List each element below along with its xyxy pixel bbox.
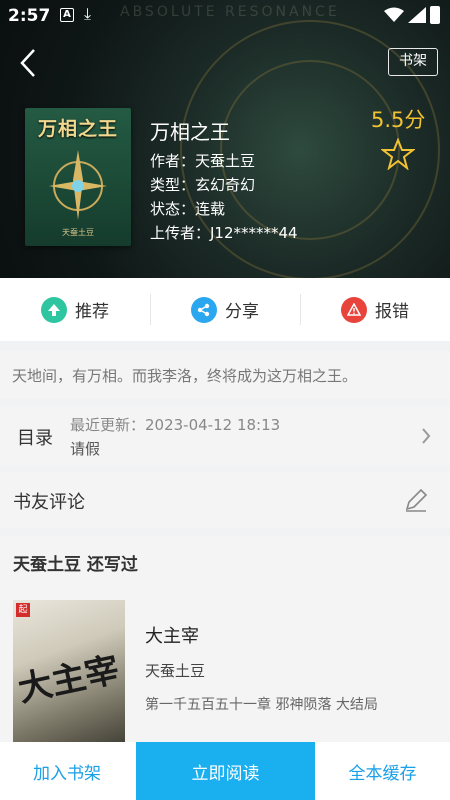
other-book-cover-title: 大主宰 [14,649,123,711]
book-author: 作者：天蚕土豆 [150,152,256,170]
edit-pencil-icon[interactable] [402,486,430,514]
recommend-label: 推荐 [75,302,109,322]
book-type: 类型：玄幻奇幻 [150,176,256,194]
back-arrow-icon[interactable] [14,46,44,80]
report-error-button[interactable]: 报错 [300,278,450,341]
cover-emblem [49,150,107,220]
publisher-badge: 起 [16,603,30,617]
read-now-button[interactable]: 立即阅读 [136,742,315,800]
wifi-icon [384,7,404,22]
other-book-cover[interactable]: 起 大主宰 [13,600,125,750]
signal-icon [408,7,426,23]
other-book-author: 天蚕土豆 [145,662,206,680]
status-bar: 2:57 A ⤓ [0,0,450,32]
toc-last-update: 最近更新：2023-04-12 18:13 [70,416,281,434]
thumbs-up-icon [41,296,67,323]
other-book-latest-chapter: 第一千五百五十一章 邪神陨落 大结局 [145,697,378,713]
notification-a-icon: A [60,8,74,22]
bottom-action-bar: 加入书架 立即阅读 全本缓存 [0,742,450,800]
share-label: 分享 [225,302,259,322]
share-icon [191,296,217,323]
toc-label: 目录 [17,428,53,449]
other-works-title: 天蚕土豆 还写过 [13,555,138,575]
book-cover: 万相之王 天蚕土豆 [25,108,131,246]
book-status: 状态：连载 [150,200,226,218]
book-title: 万相之王 [150,120,230,144]
cache-all-button[interactable]: 全本缓存 [315,742,450,800]
warning-icon [341,296,367,323]
table-of-contents-row[interactable]: 目录 最近更新：2023-04-12 18:13 请假 [0,406,450,466]
book-uploader: 上传者：J12******44 [150,224,298,242]
status-time: 2:57 [8,6,51,26]
bookshelf-button[interactable]: 书架 [388,48,438,76]
book-header-banner: ABSOLUTE RESONANCE 2:57 A ⤓ 书架 万相之王 天蚕土豆… [0,0,450,278]
other-book-title[interactable]: 大主宰 [145,622,199,648]
action-row: 推荐 分享 报错 [0,278,450,341]
reviews-label: 书友评论 [13,492,85,513]
book-intro[interactable]: 天地间，有万相。而我李洛，终将成为这万相之王。 [0,351,450,399]
book-score: 5.5分 [371,108,426,132]
report-error-label: 报错 [375,302,409,322]
share-button[interactable]: 分享 [150,278,300,341]
reader-reviews-row[interactable]: 书友评论 [0,472,450,528]
toc-latest-chapter: 请假 [70,440,101,458]
cover-author: 天蚕土豆 [62,228,94,237]
download-icon: ⤓ [84,4,92,23]
add-to-shelf-button[interactable]: 加入书架 [0,742,134,800]
chevron-right-icon [422,428,431,444]
battery-icon [430,6,440,24]
recommend-button[interactable]: 推荐 [0,278,150,341]
star-rating-icon[interactable] [381,138,415,170]
